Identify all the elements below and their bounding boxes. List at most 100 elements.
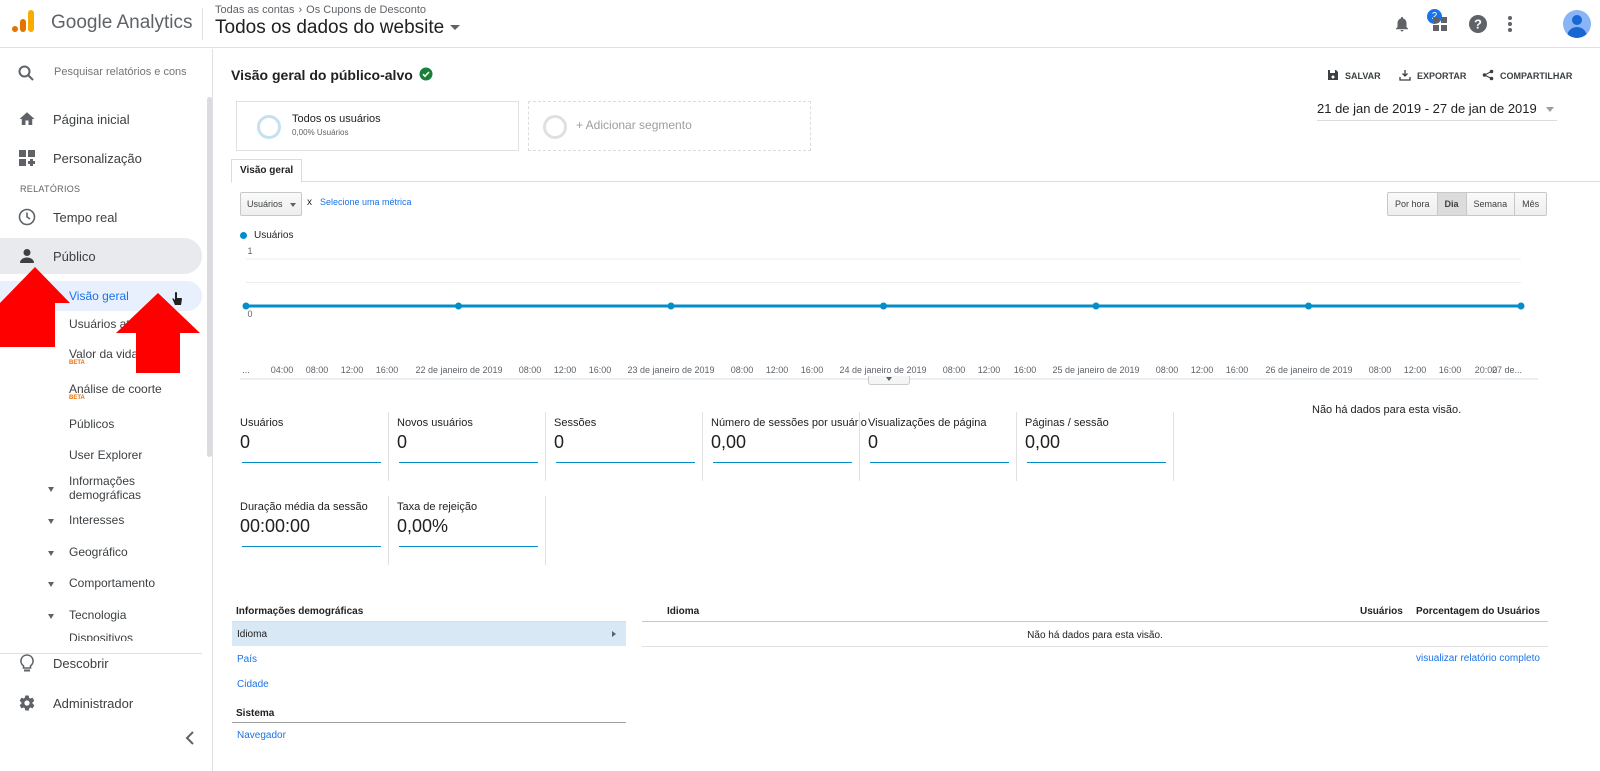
x-tick-label: 23 de janeiro de 2019	[627, 365, 714, 375]
sidebar-item-label: Página inicial	[53, 111, 130, 127]
sidebar-scrollbar[interactable]	[207, 97, 212, 457]
table-header-users: Usuários	[1360, 606, 1403, 617]
sidebar-item-label: Descobrir	[53, 655, 109, 671]
main-content: Visão geral do público-alvo SALVAR EXPOR…	[226, 49, 1600, 771]
stat-value: 0,00	[711, 432, 747, 452]
apps-grid-icon[interactable]	[1426, 10, 1454, 38]
data-point	[455, 302, 462, 310]
system-item-browser[interactable]: Navegador	[237, 730, 286, 741]
segment-all-users[interactable]: Todos os usuários 0,00% Usuários	[236, 101, 519, 151]
expand-triangle-icon[interactable]	[48, 614, 54, 619]
metric-versus-label: x	[307, 197, 312, 208]
demographics-item-language[interactable]: Idioma	[232, 622, 626, 646]
breadcrumb[interactable]: Todas as contas › Os Cupons de Desconto	[215, 4, 426, 16]
metric-select-value: Usuários	[247, 199, 283, 209]
tab-overview[interactable]: Visão geral	[231, 159, 303, 183]
export-button[interactable]: EXPORTAR	[1399, 69, 1466, 83]
sidebar-subitem-cohort[interactable]: Análise de coorte	[69, 382, 162, 396]
stat-value: 0	[554, 432, 565, 452]
add-segment-button[interactable]: + Adicionar segmento	[528, 101, 811, 151]
sidebar-subitem-clip: Dispositivos	[0, 627, 202, 641]
stat-label: Duração média da sessão	[240, 501, 368, 513]
stat-avg-session-duration[interactable]: Duração média da sessão 00:00:00	[226, 496, 389, 567]
granularity-month-button[interactable]: Mês	[1515, 193, 1547, 215]
collapse-sidebar-icon[interactable]	[185, 731, 195, 750]
sidebar-item-label: Personalização	[53, 150, 142, 166]
stat-pageviews[interactable]: Visualizações de página 0	[854, 412, 1017, 483]
notifications-icon[interactable]	[1388, 10, 1416, 38]
sidebar-item-home[interactable]: Página inicial	[0, 101, 202, 137]
stat-sessions[interactable]: Sessões 0	[540, 412, 703, 483]
granularity-hourly-button[interactable]: Por hora	[1388, 193, 1438, 215]
expand-triangle-icon[interactable]	[48, 551, 54, 556]
stat-pages-per-session[interactable]: Páginas / sessão 0,00	[1011, 412, 1174, 483]
stat-value: 00:00:00	[240, 516, 311, 536]
system-divider	[232, 722, 626, 723]
chart-expand-handle[interactable]	[868, 376, 910, 385]
demographics-item-country[interactable]: País	[237, 654, 257, 665]
view-full-report-link[interactable]: visualizar relatório completo	[1416, 653, 1540, 664]
sidebar-item-label: Administrador	[53, 695, 134, 711]
app-name[interactable]: Google Analytics	[51, 12, 193, 34]
x-tick-label: 12:00	[1191, 365, 1214, 375]
google-analytics-logo[interactable]	[12, 10, 36, 34]
sparkline	[399, 462, 538, 463]
top-bar: Google Analytics Todas as contas › Os Cupo…	[0, 0, 1600, 48]
stat-bounce-rate[interactable]: Taxa de rejeição 0,00%	[383, 496, 546, 567]
breadcrumb-property[interactable]: Os Cupons de Desconto	[306, 4, 426, 16]
sidebar-subitem-geo[interactable]: Geográfico	[69, 545, 128, 559]
x-tick-label: 08:00	[943, 365, 966, 375]
expand-triangle-icon[interactable]	[48, 582, 54, 587]
sidebar-item-discover[interactable]: Descobrir	[0, 645, 202, 681]
x-tick-label: 12:00	[341, 365, 364, 375]
expand-triangle-icon[interactable]	[48, 487, 54, 492]
select-metric-link[interactable]: Selecione uma métrica	[320, 197, 412, 207]
sidebar-subitem-interests[interactable]: Interesses	[69, 513, 124, 527]
sidebar-subitem-user-explorer[interactable]: User Explorer	[69, 448, 142, 462]
sparkline	[242, 462, 381, 463]
stat-sessions-per-user[interactable]: Número de sessões por usuário 0,00	[697, 412, 867, 483]
stat-value: 0,00%	[397, 516, 449, 536]
metric-select[interactable]: Usuários	[240, 192, 302, 216]
expand-triangle-icon[interactable]	[48, 519, 54, 524]
caret-down-icon	[290, 203, 296, 207]
sidebar-item-realtime[interactable]: Tempo real	[0, 199, 202, 235]
sidebar-subitem-devices[interactable]: Dispositivos	[69, 631, 133, 641]
sidebar-item-label: Público	[53, 248, 96, 264]
sidebar-subitem-behavior[interactable]: Comportamento	[69, 576, 155, 590]
date-range-picker[interactable]: 21 de jan de 2019 - 27 de jan de 2019	[1317, 101, 1557, 121]
sparkline	[870, 462, 1009, 463]
sparkline	[242, 546, 381, 547]
data-point	[1092, 302, 1100, 310]
sidebar-item-admin[interactable]: Administrador	[0, 685, 202, 721]
stat-label: Número de sessões por usuário	[711, 417, 867, 429]
x-tick-label: 04:00	[271, 365, 294, 375]
segment-name: Todos os usuários	[292, 113, 381, 125]
save-button[interactable]: SALVAR	[1327, 69, 1381, 83]
stat-users[interactable]: Usuários 0	[226, 412, 389, 483]
share-button[interactable]: COMPARTILHAR	[1482, 69, 1572, 83]
sidebar-subitem-audiences[interactable]: Públicos	[69, 417, 114, 431]
help-icon[interactable]: ?	[1464, 10, 1492, 38]
x-tick-label: 12:00	[978, 365, 1001, 375]
table-header-language: Idioma	[667, 606, 700, 617]
stat-label: Taxa de rejeição	[397, 501, 478, 513]
y-tick-label: 1	[247, 246, 252, 256]
more-vert-icon[interactable]	[1496, 10, 1524, 38]
sidebar-item-customization[interactable]: Personalização	[0, 140, 202, 176]
account-avatar[interactable]	[1563, 10, 1591, 38]
breadcrumb-account[interactable]: Todas as contas	[215, 4, 295, 16]
sparkline	[1027, 462, 1166, 463]
data-point	[1517, 302, 1525, 310]
sidebar-subitem-demographics[interactable]: Informações demográficas	[69, 474, 179, 502]
data-point	[667, 302, 675, 310]
demographics-item-city[interactable]: Cidade	[237, 679, 269, 690]
granularity-day-button[interactable]: Dia	[1437, 193, 1467, 215]
sidebar-subitem-technology[interactable]: Tecnologia	[69, 608, 126, 622]
granularity-week-button[interactable]: Semana	[1466, 193, 1516, 215]
beta-badge: BETA	[69, 395, 85, 401]
sparkline	[556, 462, 695, 463]
stat-new-users[interactable]: Novos usuários 0	[383, 412, 546, 483]
property-view-selector[interactable]: Todos os dados do website	[215, 17, 461, 39]
search-input[interactable]	[54, 66, 186, 78]
